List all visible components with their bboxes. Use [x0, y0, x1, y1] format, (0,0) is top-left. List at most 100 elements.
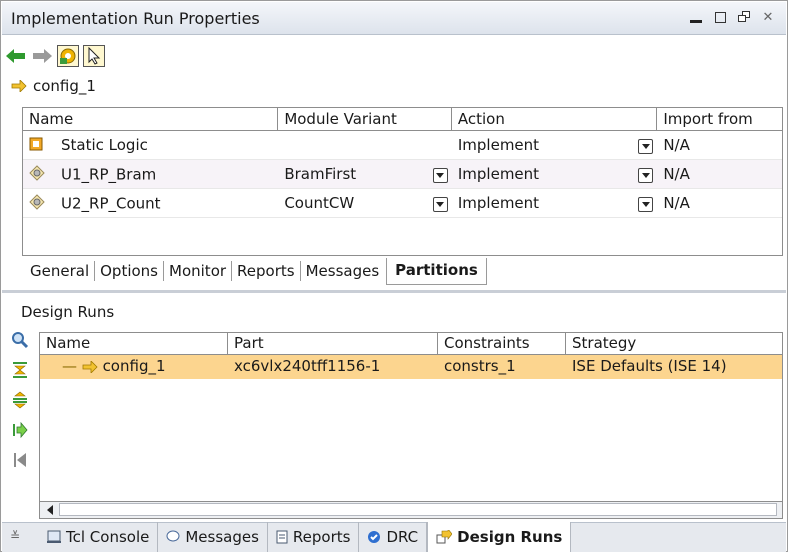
import-from-cell: N/A — [663, 165, 690, 183]
module-variant-value: CountCW — [284, 194, 355, 212]
partition-name: Static Logic — [61, 136, 148, 154]
table-row[interactable]: U1_RP_Bram BramFirst Implement N/A — [23, 160, 782, 189]
table-row[interactable]: Static Logic Implement N/A — [23, 131, 782, 160]
partitions-table: Name Module Variant Action Import from S… — [22, 107, 783, 256]
title-bar: Implementation Run Properties ✕ — [2, 2, 786, 35]
tab-messages[interactable]: Messages — [301, 261, 385, 281]
tab-reports-panel[interactable]: Reports — [268, 522, 360, 552]
table-header: Name Module Variant Action Import from — [23, 108, 782, 131]
left-arrow-icon — [6, 49, 25, 63]
tab-drc[interactable]: DRC — [359, 522, 428, 552]
column-header-constraints[interactable]: Constraints — [438, 333, 566, 354]
window-controls: ✕ — [688, 8, 776, 26]
collapse-all-icon — [13, 362, 27, 378]
column-header-name[interactable]: Name — [40, 333, 228, 354]
design-runs-icon — [436, 530, 453, 544]
back-button[interactable] — [5, 45, 27, 67]
maximize-button[interactable] — [712, 8, 728, 26]
collapse-all-button[interactable] — [10, 359, 30, 381]
config-button[interactable] — [57, 45, 79, 67]
run-arrow-icon — [82, 359, 98, 374]
pane-divider[interactable] — [2, 290, 786, 293]
table-header: Name Part Constraints Strategy — [40, 333, 782, 355]
tab-design-runs[interactable]: Design Runs — [427, 522, 572, 552]
design-runs-table: Name Part Constraints Strategy — config_… — [39, 332, 783, 519]
bottom-tabs: Tcl Console Messages Reports DRC Design … — [39, 522, 572, 552]
action-cell[interactable]: Implement — [452, 189, 657, 217]
tab-general[interactable]: General — [25, 261, 96, 281]
tab-partitions[interactable]: Partitions — [386, 257, 487, 285]
run-name-label: config_1 — [11, 77, 96, 95]
tab-reports[interactable]: Reports — [232, 261, 301, 281]
table-row[interactable]: U2_RP_Count CountCW Implement N/A — [23, 189, 782, 218]
design-runs-sidebar — [10, 329, 32, 471]
tree-connector: — — [62, 357, 77, 375]
import-from-cell: N/A — [663, 136, 690, 154]
scroll-left-button[interactable] — [43, 503, 56, 516]
action-cell[interactable]: Implement — [452, 160, 657, 188]
reset-run-button[interactable] — [10, 449, 30, 471]
column-header-strategy[interactable]: Strategy — [566, 333, 782, 354]
action-dropdown[interactable] — [638, 168, 654, 183]
reconfig-partition-icon — [29, 165, 47, 185]
import-from-cell: N/A — [663, 194, 690, 212]
close-icon: ✕ — [762, 9, 774, 25]
maximize-icon — [714, 11, 726, 23]
column-header-import-from[interactable]: Import from — [657, 108, 782, 130]
expand-all-button[interactable] — [10, 389, 30, 411]
search-icon — [12, 332, 29, 349]
run-arrow-icon — [11, 80, 27, 92]
run-name: config_1 — [33, 77, 96, 95]
column-header-name[interactable]: Name — [23, 108, 279, 130]
tab-messages-panel[interactable]: Messages — [158, 522, 268, 552]
partition-name: U1_RP_Bram — [61, 165, 157, 184]
expand-all-icon — [13, 391, 27, 409]
module-variant-value: BramFirst — [284, 165, 357, 183]
restore-icon — [737, 11, 751, 23]
column-header-module-variant[interactable]: Module Variant — [278, 108, 452, 130]
launch-arrow-icon — [13, 421, 28, 439]
action-dropdown[interactable] — [638, 197, 654, 212]
column-header-action[interactable]: Action — [452, 108, 658, 130]
select-button[interactable] — [83, 45, 105, 67]
run-name-cell: config_1 — [102, 357, 166, 375]
action-value: Implement — [457, 136, 540, 154]
action-cell[interactable]: Implement — [452, 131, 657, 159]
partition-config-icon — [60, 48, 76, 64]
forward-button[interactable] — [31, 45, 53, 67]
table-row[interactable]: — config_1 xc6vlx240tff1156-1 constrs_1 … — [40, 355, 782, 379]
module-variant-dropdown[interactable] — [432, 197, 448, 212]
module-variant-cell[interactable]: BramFirst — [278, 160, 452, 188]
message-bubble-icon — [166, 530, 180, 542]
tab-options[interactable]: Options — [95, 261, 165, 281]
launch-run-button[interactable] — [10, 419, 30, 441]
column-header-part[interactable]: Part — [228, 333, 438, 354]
property-tabs: General Options Monitor Reports Messages… — [25, 257, 487, 285]
minimize-panel-icon[interactable]: ≚ — [10, 529, 20, 543]
check-circle-icon — [368, 531, 381, 543]
restore-button[interactable] — [736, 8, 752, 26]
skip-back-icon — [14, 453, 26, 467]
constraints-cell: constrs_1 — [444, 357, 516, 375]
window-title: Implementation Run Properties — [11, 9, 260, 28]
part-cell: xc6vlx240tff1156-1 — [234, 357, 381, 375]
search-button[interactable] — [10, 329, 30, 351]
action-dropdown[interactable] — [638, 139, 654, 154]
right-arrow-icon — [33, 49, 52, 63]
design-runs-title: Design Runs — [21, 303, 115, 321]
console-icon — [47, 530, 61, 543]
reconfig-partition-icon — [29, 194, 47, 214]
module-variant-dropdown[interactable] — [432, 168, 448, 183]
scroll-thumb[interactable] — [59, 503, 777, 516]
tab-tcl-console[interactable]: Tcl Console — [39, 522, 159, 552]
minimize-button[interactable] — [688, 8, 704, 26]
close-button[interactable]: ✕ — [760, 8, 776, 26]
tab-monitor[interactable]: Monitor — [164, 261, 233, 281]
action-value: Implement — [457, 165, 540, 183]
partition-name: U2_RP_Count — [61, 194, 161, 213]
action-value: Implement — [457, 194, 540, 212]
module-variant-cell[interactable]: CountCW — [278, 189, 452, 217]
static-logic-icon — [29, 137, 47, 155]
horizontal-scrollbar[interactable] — [40, 501, 782, 518]
implementation-run-properties-window: Implementation Run Properties ✕ config_1… — [0, 0, 788, 552]
